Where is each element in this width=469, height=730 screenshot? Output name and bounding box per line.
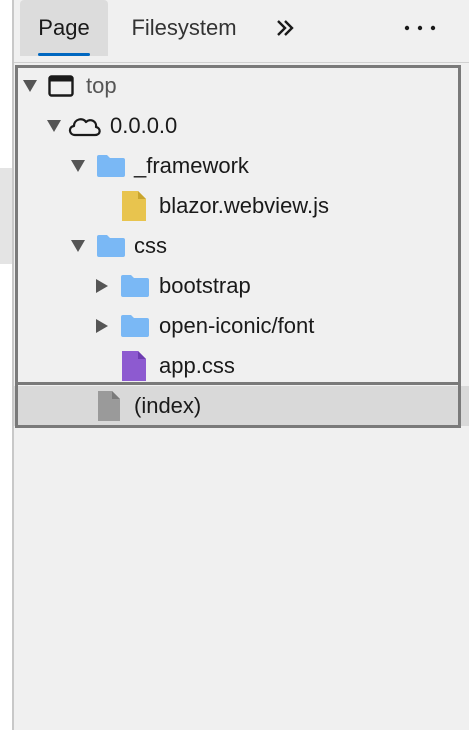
tree-item-blazor-webview-js[interactable]: blazor.webview.js xyxy=(14,186,469,226)
frame-window-icon xyxy=(48,75,74,97)
cloud-icon xyxy=(66,114,102,138)
tree-item-label: 0.0.0.0 xyxy=(110,113,178,138)
css-file-icon xyxy=(122,351,146,381)
tab-filesystem-label: Filesystem xyxy=(131,15,237,40)
folder-icon xyxy=(120,274,150,298)
expand-arrow-icon[interactable] xyxy=(22,78,38,94)
expand-arrow-icon[interactable] xyxy=(46,118,62,134)
selection-outline-bottom xyxy=(15,425,461,428)
tree-item-label: (index) xyxy=(134,393,202,418)
tab-page[interactable]: Page xyxy=(20,0,108,56)
background-page-strip xyxy=(0,0,12,730)
folder-icon xyxy=(96,234,126,258)
tree-item-label: css xyxy=(134,233,167,258)
tree-item-label: top xyxy=(86,73,117,98)
double-chevron-right-icon xyxy=(277,20,294,36)
expand-arrow-icon[interactable] xyxy=(70,158,86,174)
tree-item-app-css[interactable]: app.css xyxy=(14,346,469,386)
tree-item-index[interactable]: (index) xyxy=(14,386,469,426)
expand-arrow-icon[interactable] xyxy=(70,238,86,254)
navigator-toolbar: Page Filesystem xyxy=(14,0,469,62)
more-horizontal-icon xyxy=(404,25,436,31)
selection-outline-left xyxy=(15,385,18,428)
tree-item-label: blazor.webview.js xyxy=(159,193,329,218)
tab-filesystem[interactable]: Filesystem xyxy=(124,0,244,56)
tree-item-bootstrap-folder[interactable]: bootstrap xyxy=(14,266,469,306)
toolbar-divider xyxy=(14,62,469,63)
folder-icon xyxy=(96,154,126,178)
document-file-icon xyxy=(98,391,120,421)
tab-page-label: Page xyxy=(38,15,90,40)
collapse-arrow-icon[interactable] xyxy=(94,318,110,334)
more-options-button[interactable] xyxy=(400,12,440,44)
folder-icon xyxy=(120,314,150,338)
tree-item-open-iconic-folder[interactable]: open-iconic/font xyxy=(14,306,469,346)
collapse-arrow-icon[interactable] xyxy=(94,278,110,294)
more-tabs-button[interactable] xyxy=(270,12,300,44)
tree-item-top[interactable]: top xyxy=(14,66,469,106)
tree-item-framework-folder[interactable]: _framework xyxy=(14,146,469,186)
tree-item-label: app.css xyxy=(159,353,235,378)
js-file-icon xyxy=(122,191,146,221)
background-page-band xyxy=(0,168,12,264)
tree-item-origin[interactable]: 0.0.0.0 xyxy=(14,106,469,146)
sources-navigator-panel: Page Filesystem top 0.0.0.0 _framework b… xyxy=(14,0,469,730)
selection-outline-right xyxy=(458,385,461,428)
tree-item-label: _framework xyxy=(134,153,249,178)
tree-item-css-folder[interactable]: css xyxy=(14,226,469,266)
tree-item-label: bootstrap xyxy=(159,273,251,298)
tree-item-label: open-iconic/font xyxy=(159,313,315,338)
